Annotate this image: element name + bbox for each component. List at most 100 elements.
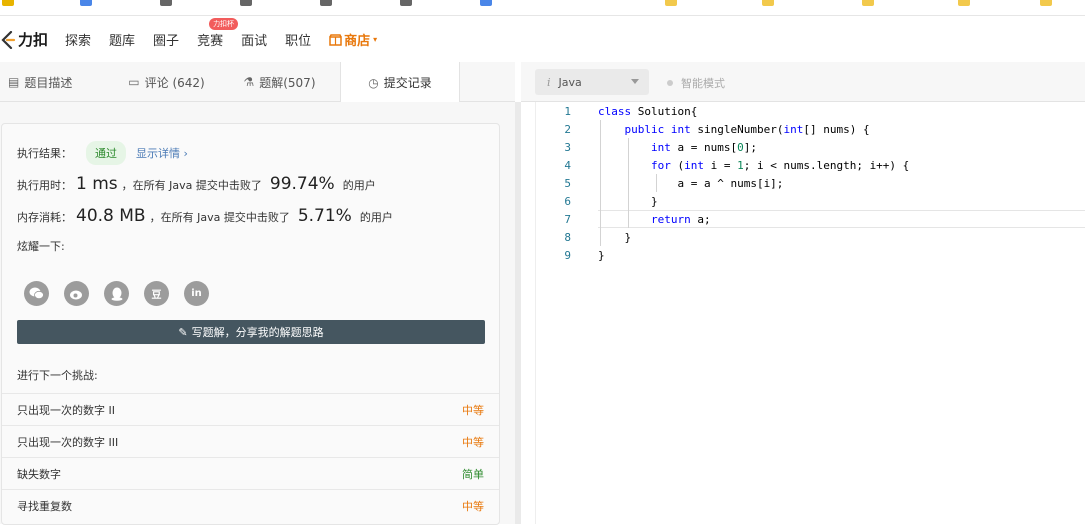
code-line: 1 class Solution{ <box>536 102 1085 120</box>
code-line: 9} <box>536 246 1085 264</box>
next-challenge-label: 进行下一个挑战: <box>17 369 98 382</box>
line-number: 8 <box>564 230 571 244</box>
qq-icon[interactable] <box>104 281 129 306</box>
bookmark-item[interactable] <box>240 0 256 6</box>
submission-result-card: 执行结果： 通过 显示详情 › 执行用时： 1 ms ，在所有 Java 提交中… <box>1 123 500 525</box>
tab-comments-label: 评论 (642) <box>144 75 205 90</box>
tab-submissions[interactable]: ◷ 提交记录 <box>340 62 460 103</box>
bookmark-item[interactable] <box>762 0 778 6</box>
memory-percent: 5.71% <box>297 206 352 226</box>
shop-label: 商店 <box>344 34 371 49</box>
runtime-percent: 99.74% <box>269 174 335 194</box>
linkedin-icon[interactable]: in <box>184 281 209 306</box>
problem-tabs: ▤ 题目描述 ▭ 评论 (642) ⚗ 题解(507) ◷ 提交记录 <box>0 62 515 103</box>
leetcode-logo[interactable]: 力扣 <box>0 29 48 50</box>
nav-problems[interactable]: 题库 <box>109 30 135 49</box>
nav-circle[interactable]: 圈子 <box>153 30 179 49</box>
code-line: 8 } <box>536 228 1085 246</box>
nav-interview[interactable]: 面试 <box>241 30 267 49</box>
pencil-icon: ✎ <box>178 325 188 339</box>
bookmark-item[interactable] <box>862 0 878 6</box>
indent-guide <box>600 120 601 246</box>
status-badge: 通过 <box>86 141 126 165</box>
code-line: 3 int a = nums[0]; <box>536 138 1085 156</box>
left-panel: 执行结果： 通过 显示详情 › 执行用时： 1 ms ，在所有 Java 提交中… <box>0 102 515 525</box>
memory-mid: ，在所有 Java 提交中击败了 <box>149 211 290 224</box>
tab-comments[interactable]: ▭ 评论 (642) <box>110 62 223 102</box>
bookmark-item[interactable] <box>400 0 416 6</box>
smart-mode-toggle[interactable]: 智能模式 <box>667 75 725 91</box>
memory-label: 内存消耗： <box>17 211 72 224</box>
nav-contest[interactable]: 竞赛 力扣杯 <box>197 18 239 49</box>
chevron-down-icon: ▾ <box>373 35 378 44</box>
line-number: 1 <box>564 104 571 118</box>
code-text: return a; <box>650 212 711 226</box>
list-item[interactable]: 只出现一次的数字 III 中等 <box>2 425 499 457</box>
bookmark-item[interactable] <box>480 0 496 6</box>
nav-shop[interactable]: 商店 ▾ <box>329 30 377 49</box>
memory-suffix: 的用户 <box>359 211 393 224</box>
show-details-link[interactable]: 显示详情 › <box>136 145 188 161</box>
runtime-suffix: 的用户 <box>342 179 376 192</box>
tab-solutions[interactable]: ⚗ 题解(507) <box>223 62 336 102</box>
editor-gutter-gap <box>521 102 535 524</box>
difficulty-badge: 中等 <box>462 435 484 449</box>
list-item[interactable]: 缺失数字 简单 <box>2 457 499 489</box>
code-text: } <box>598 230 632 244</box>
tab-description-label: 题目描述 <box>24 75 73 90</box>
memory-value: 40.8 MB <box>76 206 146 226</box>
weibo-icon[interactable] <box>64 281 89 306</box>
write-solution-label: 写题解，分享我的解题思路 <box>191 326 324 339</box>
bookmarks-bar <box>0 0 1085 16</box>
line-number: 5 <box>564 176 571 190</box>
code-text: public int singleNumber(int[] nums) { <box>624 122 870 136</box>
tab-submissions-label: 提交记录 <box>383 76 432 90</box>
code-line: 6 } <box>536 192 1085 210</box>
bookmark-item[interactable] <box>2 0 18 6</box>
code-text: } <box>598 248 605 262</box>
nav-explore[interactable]: 探索 <box>65 30 91 49</box>
result-row: 执行结果： 通过 显示详情 › <box>17 141 188 165</box>
wechat-icon[interactable] <box>24 281 49 306</box>
indent-guide <box>628 138 629 228</box>
bookmark-item[interactable] <box>958 0 974 6</box>
code-editor[interactable]: 1 class Solution{ 2 public int singleNumb… <box>535 102 1085 524</box>
line-number: 7 <box>564 212 571 226</box>
line-number: 4 <box>564 158 571 172</box>
runtime-label: 执行用时： <box>17 179 72 192</box>
chevron-down-icon <box>631 79 639 84</box>
bookmark-item[interactable] <box>665 0 681 6</box>
problem-title: 只出现一次的数字 III <box>17 435 119 449</box>
result-label: 执行结果： <box>17 147 72 160</box>
line-number: 2 <box>564 122 571 136</box>
bookmark-item[interactable] <box>1040 0 1056 6</box>
shop-icon <box>329 33 342 46</box>
nav-jobs[interactable]: 职位 <box>285 30 311 49</box>
clock-icon: ◷ <box>368 75 379 90</box>
bookmark-item[interactable] <box>80 0 96 6</box>
language-value: Java <box>558 75 582 89</box>
flask-icon: ⚗ <box>243 75 255 89</box>
write-solution-button[interactable]: ✎ 写题解，分享我的解题思路 <box>17 320 485 344</box>
contest-badge: 力扣杯 <box>209 18 239 30</box>
share-label: 炫耀一下: <box>17 240 65 253</box>
leetcode-logo-icon <box>1 30 16 49</box>
douban-icon[interactable]: 豆 <box>144 281 169 306</box>
runtime-value: 1 ms <box>76 174 118 194</box>
bookmark-item[interactable] <box>320 0 336 6</box>
language-select[interactable]: i Java <box>535 69 649 95</box>
tab-description[interactable]: ▤ 题目描述 <box>0 62 110 102</box>
problem-title: 寻找重复数 <box>17 499 72 513</box>
problem-title: 只出现一次的数字 II <box>17 403 115 417</box>
logo-text: 力扣 <box>18 31 49 49</box>
list-item[interactable]: 寻找重复数 中等 <box>2 489 499 521</box>
tab-solutions-label: 题解(507) <box>259 75 316 90</box>
bookmark-item[interactable] <box>160 0 176 6</box>
runtime-row: 执行用时： 1 ms ，在所有 Java 提交中击败了 99.74% 的用户 <box>17 174 376 194</box>
line-number: 9 <box>564 248 571 262</box>
difficulty-badge: 中等 <box>462 499 484 513</box>
code-line: 4 for (int i = 1; i < nums.length; i++) … <box>536 156 1085 174</box>
indent-guide <box>656 174 657 192</box>
list-item[interactable]: 只出现一次的数字 II 中等 <box>2 393 499 425</box>
line-number: 3 <box>564 140 571 154</box>
